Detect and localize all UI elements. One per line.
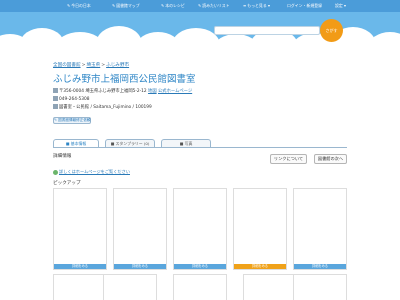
login-link[interactable]: ログイン・新規登録 <box>287 0 322 12</box>
pencil-icon: ✎ <box>112 3 116 8</box>
globe-icon <box>53 169 58 175</box>
search-input[interactable] <box>215 37 319 44</box>
card-detail-bar: 詳細をみる <box>234 264 286 269</box>
info-icon: ■ <box>65 141 70 146</box>
map-link[interactable]: 地図 <box>148 89 157 94</box>
nav-item-wishlist[interactable]: ✎読みたいリスト <box>198 0 230 12</box>
nav-item-more[interactable]: ≡もっと見る ▾ <box>243 0 270 12</box>
breadcrumb-item[interactable]: 全国の図書館 <box>53 63 81 68</box>
edit-icon: ✎ <box>54 118 58 122</box>
tab-basic-info[interactable]: ■ 基本情報 <box>53 139 99 147</box>
tab-stamp-rally[interactable]: ■ スタンプラリー (0) <box>105 139 155 147</box>
pencil-icon: ✎ <box>198 3 202 8</box>
breadcrumb-item[interactable]: ふじみ野市 <box>106 63 129 68</box>
breadcrumb-item[interactable]: 埼玉県 <box>86 63 100 68</box>
pickup-card[interactable] <box>173 274 227 300</box>
menu-icon: ≡ <box>243 3 247 8</box>
detail-heading: 詳細情報 <box>53 154 72 159</box>
homepage-link[interactable]: 公式ホームページ <box>158 89 192 94</box>
card-detail-bar: 詳細をみる <box>174 264 226 269</box>
report-correction-button[interactable]: ✎ 図書館情報修正依頼 <box>53 117 91 124</box>
phone-line: 049-264-5308 <box>53 96 89 102</box>
pickup-card[interactable] <box>103 274 157 300</box>
breadcrumb: 全国の図書館>埼玉県>ふじみ野市 <box>53 62 129 68</box>
tab-photos[interactable]: ■ 写真 <box>161 139 211 147</box>
cloud <box>172 28 220 52</box>
pencil-icon: ✎ <box>161 3 165 8</box>
address-line: 〒356-0004 埼玉県ふじみ野市上福岡5-2-12 地図 公式ホームページ <box>53 88 192 94</box>
pickup-card[interactable]: 詳細をみる <box>113 188 167 270</box>
address-icon <box>53 88 58 93</box>
top-nav: ✎今日の日本 ✎図書館マップ ✎本のレシピ ✎読みたいリスト ≡もっと見る ▾ … <box>0 0 400 12</box>
nav-item-map[interactable]: ✎図書館マップ <box>112 0 140 12</box>
link-about-button[interactable]: リンクについて <box>270 154 307 164</box>
phone-icon <box>53 96 58 101</box>
settings-menu[interactable]: 設定 ▾ <box>335 0 346 12</box>
type-line: 図書室・公民館 / Saitama_Fujimino / 100199 <box>53 104 152 110</box>
pickup-card[interactable]: 詳細をみる <box>173 188 227 270</box>
building-icon <box>53 104 58 109</box>
card-detail-bar: 詳細をみる <box>294 264 346 269</box>
nav-item-recipe[interactable]: ✎本のレシピ <box>161 0 185 12</box>
tab-divider <box>53 147 347 148</box>
card-detail-bar: 詳細をみる <box>114 264 166 269</box>
search-field[interactable] <box>214 26 320 44</box>
breadcrumb-separator: > <box>101 63 106 68</box>
page-title: ふじみ野市上福岡西公民館図書室 <box>53 74 196 85</box>
homepage-notice: 詳しくはホームページをご覧ください <box>53 169 130 175</box>
nav-item-today[interactable]: ✎今日の日本 <box>67 0 91 12</box>
pickup-heading: ピックアップ <box>53 181 81 186</box>
pickup-card[interactable] <box>293 274 347 300</box>
pickup-card[interactable]: 詳細をみる <box>233 188 287 270</box>
next-library-button[interactable]: 図書館の次へ <box>314 154 347 164</box>
pickup-card[interactable] <box>53 274 107 300</box>
pencil-icon: ✎ <box>67 3 71 8</box>
search-button[interactable]: さがす <box>320 19 343 42</box>
pickup-card[interactable] <box>243 274 297 300</box>
photo-icon: ■ <box>179 141 184 146</box>
pickup-card[interactable]: 詳細をみる <box>293 188 347 270</box>
breadcrumb-separator: > <box>81 63 86 68</box>
card-detail-bar: 詳細をみる <box>54 264 106 269</box>
stamp-icon: ■ <box>110 141 115 146</box>
pickup-card[interactable]: 詳細をみる <box>53 188 107 270</box>
